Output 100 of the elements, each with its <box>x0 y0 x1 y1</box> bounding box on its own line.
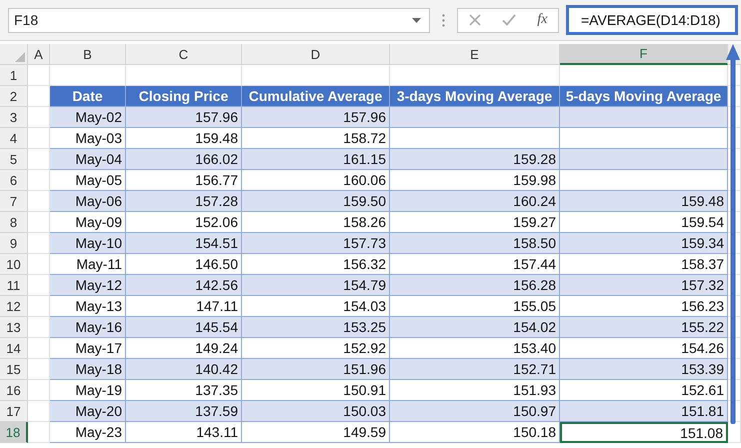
table-cell: May-17 <box>50 338 126 359</box>
formula-field[interactable]: =AVERAGE(D14:D18) <box>566 5 738 35</box>
table-cell: 157.32 <box>560 275 728 296</box>
row-header[interactable]: 17 <box>0 401 28 422</box>
table-cell: 149.24 <box>126 338 242 359</box>
column-header[interactable]: C <box>126 44 242 65</box>
table-cell: 159.28 <box>390 149 560 170</box>
table-cell: 147.11 <box>126 296 242 317</box>
column-header[interactable]: F <box>560 44 728 65</box>
table-cell: 142.56 <box>126 275 242 296</box>
table-cell: 161.15 <box>242 149 390 170</box>
table-cell: 150.91 <box>242 380 390 401</box>
table-cell: 155.22 <box>560 317 728 338</box>
table-cell: May-16 <box>50 317 126 338</box>
table-cell: 155.05 <box>390 296 560 317</box>
table-cell: 151.93 <box>390 380 560 401</box>
table-cell: 154.51 <box>126 233 242 254</box>
row-header[interactable]: 4 <box>0 128 28 149</box>
cancel-icon[interactable] <box>468 14 481 26</box>
row-header[interactable]: 7 <box>0 191 28 212</box>
empty-cell <box>728 128 741 149</box>
column-heading: Cumulative Average <box>242 86 390 107</box>
empty-cell <box>728 380 741 401</box>
row-header[interactable]: 11 <box>0 275 28 296</box>
table-cell: 146.50 <box>126 254 242 275</box>
table-cell: 152.71 <box>390 359 560 380</box>
table-cell: 159.54 <box>560 212 728 233</box>
table-cell: 158.50 <box>390 233 560 254</box>
column-heading: 3-days Moving Average <box>390 86 560 107</box>
table-cell: 154.79 <box>242 275 390 296</box>
table-cell: 137.59 <box>126 401 242 422</box>
table-cell: 150.97 <box>390 401 560 422</box>
table-cell: 156.23 <box>560 296 728 317</box>
column-heading: 5-days Moving Average <box>560 86 728 107</box>
table-cell: 159.27 <box>390 212 560 233</box>
row-header[interactable]: 18 <box>0 422 28 443</box>
table-cell: 150.03 <box>242 401 390 422</box>
row-header[interactable]: 16 <box>0 380 28 401</box>
row-header[interactable]: 1 <box>0 65 28 86</box>
empty-cell <box>728 191 741 212</box>
table-cell: 158.26 <box>242 212 390 233</box>
row-header[interactable]: 3 <box>0 107 28 128</box>
table-cell: 151.81 <box>560 401 728 422</box>
table-cell: 152.06 <box>126 212 242 233</box>
table-cell: 152.92 <box>242 338 390 359</box>
empty-cell <box>728 359 741 380</box>
empty-cell <box>728 317 741 338</box>
table-cell: 157.73 <box>242 233 390 254</box>
table-cell: May-19 <box>50 380 126 401</box>
row-header[interactable]: 13 <box>0 317 28 338</box>
name-box[interactable]: F18 <box>8 8 430 32</box>
row-header[interactable]: 12 <box>0 296 28 317</box>
column-header[interactable]: E <box>390 44 560 65</box>
table-cell: 149.59 <box>242 422 390 443</box>
table-cell: 159.98 <box>390 170 560 191</box>
table-cell: 159.34 <box>560 233 728 254</box>
table-cell: 159.50 <box>242 191 390 212</box>
column-header[interactable]: A <box>28 44 50 65</box>
table-cell: 154.03 <box>242 296 390 317</box>
table-cell: May-23 <box>50 422 126 443</box>
column-header[interactable]: B <box>50 44 126 65</box>
table-cell: 154.02 <box>390 317 560 338</box>
table-cell: 160.06 <box>242 170 390 191</box>
drag-handle-icon[interactable] <box>442 14 445 26</box>
empty-cell <box>728 107 741 128</box>
row-header[interactable]: 5 <box>0 149 28 170</box>
row-header[interactable]: 9 <box>0 233 28 254</box>
row-header[interactable]: 15 <box>0 359 28 380</box>
table-cell: 152.61 <box>560 380 728 401</box>
column-header[interactable]: D <box>242 44 390 65</box>
row-header[interactable]: 6 <box>0 170 28 191</box>
empty-cell <box>728 149 741 170</box>
row-header[interactable]: 14 <box>0 338 28 359</box>
insert-function-button[interactable]: fx <box>537 12 548 28</box>
empty-cell <box>728 212 741 233</box>
checkmark-icon[interactable] <box>502 14 516 26</box>
row-header[interactable]: 8 <box>0 212 28 233</box>
table-cell: 157.96 <box>126 107 242 128</box>
table-cell: 156.28 <box>390 275 560 296</box>
table-cell: 143.11 <box>126 422 242 443</box>
table-cell: May-03 <box>50 128 126 149</box>
row-header[interactable]: 2 <box>0 86 28 107</box>
table-cell: May-18 <box>50 359 126 380</box>
dropdown-caret-icon <box>412 18 421 22</box>
table-cell: 159.48 <box>126 128 242 149</box>
table-cell: May-10 <box>50 233 126 254</box>
row-header[interactable]: 10 <box>0 254 28 275</box>
table-cell: 153.40 <box>390 338 560 359</box>
table-cell: May-02 <box>50 107 126 128</box>
select-all-button[interactable] <box>0 44 28 65</box>
table-cell: 156.77 <box>126 170 242 191</box>
table-cell: 154.26 <box>560 338 728 359</box>
empty-cell <box>728 401 741 422</box>
table-cell: 166.02 <box>126 149 242 170</box>
empty-cell <box>728 170 741 191</box>
table-cell: May-05 <box>50 170 126 191</box>
table-cell: 158.72 <box>242 128 390 149</box>
corner-triangle-icon <box>15 52 25 62</box>
table-cell: 157.44 <box>390 254 560 275</box>
table-cell: May-13 <box>50 296 126 317</box>
